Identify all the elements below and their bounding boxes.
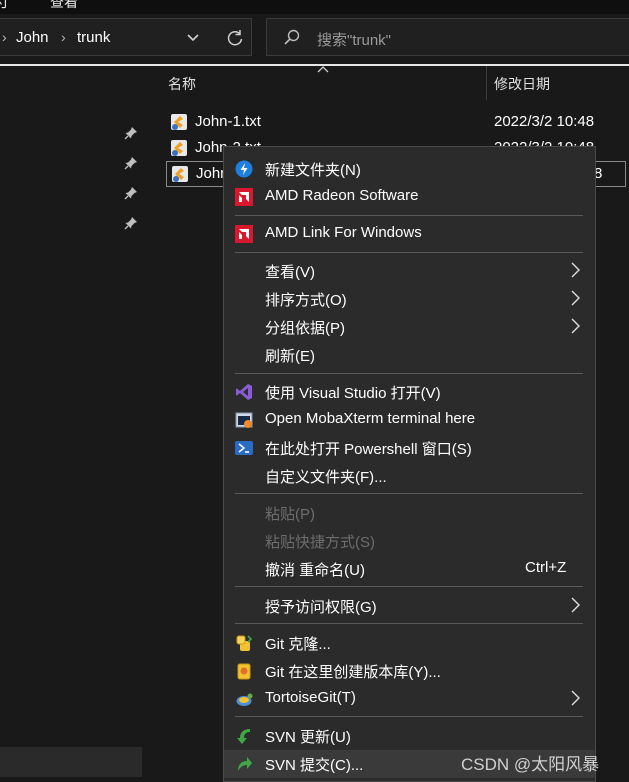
chevron-down-icon[interactable] (186, 33, 200, 43)
visual-studio-icon (236, 384, 252, 400)
new-folder-icon (235, 160, 253, 178)
chevron-right-icon: › (2, 29, 7, 45)
menu-item-group-by[interactable]: 分组依据(P) (224, 313, 595, 341)
menu-separator (235, 373, 583, 374)
menu-item-new-folder[interactable]: 新建文件夹(N) (224, 155, 595, 183)
menu-label: 分组依据(P) (265, 320, 345, 337)
amd-icon (235, 188, 253, 206)
menu-item-mobaxterm[interactable]: Open MobaXterm terminal here (224, 406, 595, 434)
navigation-pane (0, 66, 144, 782)
pin-icon[interactable] (124, 126, 138, 140)
menu-label: AMD Link For Windows (265, 224, 422, 241)
svn-file-icon (172, 166, 188, 182)
svn-file-icon (171, 114, 187, 130)
menu-label: Open MobaXterm terminal here (265, 410, 476, 427)
menu-item-undo-rename[interactable]: 撤消 重命名(U) Ctrl+Z (224, 555, 595, 583)
menu-item-amd-radeon[interactable]: AMD Radeon Software (224, 183, 595, 211)
git-clone-icon (236, 635, 253, 651)
menu-label: 自定义文件夹(F)... (265, 469, 387, 486)
watermark: CSDN @太阳风暴 (461, 755, 600, 774)
refresh-icon[interactable] (225, 28, 245, 48)
menu-item-open-powershell[interactable]: 在此处打开 Powershell 窗口(S) (224, 434, 595, 462)
search-box[interactable]: 搜索"trunk" (266, 18, 629, 56)
address-bar[interactable]: › John › trunk (0, 18, 252, 56)
menu-label: 新建文件夹(N) (265, 162, 361, 179)
menu-label: SVN 提交(C)... (265, 757, 364, 774)
nav-selected-item[interactable] (0, 747, 142, 777)
menu-separator (235, 716, 583, 717)
menu-label: 查看(V) (265, 264, 315, 281)
search-placeholder: 搜索"trunk" (317, 32, 391, 49)
shortcut-label: Ctrl+Z (525, 559, 567, 576)
chevron-right-icon (571, 690, 580, 706)
powershell-icon (235, 441, 253, 455)
amd-icon (235, 225, 253, 243)
address-bar-region: › John › trunk 搜索"trunk" (0, 14, 629, 62)
tortoisegit-icon (236, 693, 253, 706)
breadcrumb-trunk[interactable]: trunk (77, 29, 110, 46)
menu-item-give-access[interactable]: 授予访问权限(G) (224, 592, 595, 620)
menu-view-fragment[interactable]: 查看 (50, 0, 78, 12)
file-date: 2022/3/2 10:48 (494, 113, 595, 130)
menu-item-open-visual-studio[interactable]: 使用 Visual Studio 打开(V) (224, 378, 595, 406)
menu-item-paste: 粘贴(P) (224, 499, 595, 527)
git-create-repo-icon (237, 663, 251, 680)
pin-icon[interactable] (124, 216, 138, 230)
menu-item-refresh[interactable]: 刷新(E) (224, 341, 595, 369)
pin-icon[interactable] (124, 186, 138, 200)
sort-ascending-icon (317, 66, 329, 73)
svn-file-icon (171, 140, 187, 156)
menu-item-tortoisegit[interactable]: TortoiseGit(T) (224, 685, 595, 713)
menu-separator (235, 623, 583, 624)
menu-item-customize-folder[interactable]: 自定义文件夹(F)... (224, 462, 595, 490)
search-icon (284, 29, 300, 45)
chevron-right-icon (571, 290, 580, 306)
menu-label: 排序方式(O) (265, 292, 347, 309)
menu-label: Git 克隆... (265, 636, 331, 653)
column-header-name[interactable]: 名称 (168, 74, 196, 94)
column-header-modified[interactable]: 修改日期 (494, 74, 550, 94)
menu-label: 粘贴(P) (265, 506, 315, 523)
file-row[interactable]: John-1.txt 2022/3/2 10:48 (166, 110, 629, 134)
menu-label: 撤消 重命名(U) (265, 562, 365, 579)
menu-label: SVN 更新(U) (265, 729, 351, 746)
menu-fragment-left: 寸 (0, 0, 10, 10)
svn-commit-icon (238, 757, 252, 771)
title-strip: 寸 查看 (0, 0, 629, 14)
menu-item-sort-by[interactable]: 排序方式(O) (224, 285, 595, 313)
menu-label: AMD Radeon Software (265, 187, 419, 204)
chevron-right-icon (571, 597, 580, 613)
chevron-right-icon: › (61, 29, 66, 45)
menu-label: 粘贴快捷方式(S) (265, 534, 375, 551)
file-name: John-1.txt (195, 113, 261, 130)
breadcrumb-john[interactable]: John (16, 29, 49, 46)
menu-label: TortoiseGit(T) (265, 689, 356, 706)
column-divider[interactable] (486, 66, 487, 100)
chevron-right-icon (571, 318, 580, 334)
menu-label: Git 在这里创建版本库(Y)... (265, 664, 441, 681)
menu-label: 刷新(E) (265, 348, 315, 365)
chevron-right-icon (571, 262, 580, 278)
menu-label: 授予访问权限(G) (265, 599, 377, 616)
menu-label: 使用 Visual Studio 打开(V) (265, 385, 441, 402)
menu-item-paste-shortcut: 粘贴快捷方式(S) (224, 527, 595, 555)
menu-item-amd-link[interactable]: AMD Link For Windows (224, 220, 595, 248)
menu-separator (235, 586, 583, 587)
menu-item-git-create-repo[interactable]: Git 在这里创建版本库(Y)... (224, 657, 595, 685)
menu-item-git-clone[interactable]: Git 克隆... (224, 629, 595, 657)
menu-separator (235, 252, 583, 253)
mobaxterm-icon (235, 412, 253, 428)
menu-label: 在此处打开 Powershell 窗口(S) (265, 441, 472, 458)
pin-icon[interactable] (124, 156, 138, 170)
menu-item-view[interactable]: 查看(V) (224, 257, 595, 285)
menu-separator (235, 215, 583, 216)
context-menu: 新建文件夹(N) AMD Radeon Software AMD Link Fo… (223, 146, 596, 782)
menu-separator (235, 493, 583, 494)
menu-item-svn-update[interactable]: SVN 更新(U) (224, 722, 595, 750)
svn-update-icon (237, 729, 250, 744)
